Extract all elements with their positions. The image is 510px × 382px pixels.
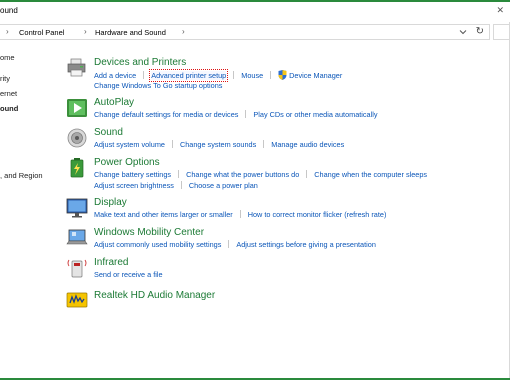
change-battery-settings-link[interactable]: Change battery settings xyxy=(94,170,171,179)
group-devices-printers: Devices and Printers Add a device Advance… xyxy=(66,57,486,91)
manage-audio-devices-link[interactable]: Manage audio devices xyxy=(271,140,344,149)
title-bar: ound ✕ xyxy=(0,0,510,22)
search-box[interactable] xyxy=(493,24,510,40)
group-mobility-center: Windows Mobility Center Adjust commonly … xyxy=(66,227,486,251)
devices-printers-title[interactable]: Devices and Printers xyxy=(94,57,186,68)
advanced-printer-setup-link[interactable]: Advanced printer setup xyxy=(149,69,229,82)
display-title[interactable]: Display xyxy=(94,197,127,208)
mobility-center-icon xyxy=(66,229,88,245)
sidebar-item-home[interactable]: ome xyxy=(0,53,15,62)
infrared-icon xyxy=(67,259,87,278)
change-default-media-link[interactable]: Change default settings for media or dev… xyxy=(94,110,238,119)
monitor-icon xyxy=(66,198,88,218)
adjust-volume-link[interactable]: Adjust system volume xyxy=(94,140,165,149)
autoplay-links: Change default settings for media or dev… xyxy=(94,110,378,119)
chevron-right-icon: › xyxy=(84,27,87,36)
group-autoplay: AutoPlay Change default settings for med… xyxy=(66,97,486,121)
infrared-title[interactable]: Infrared xyxy=(94,257,128,268)
chevron-down-icon[interactable] xyxy=(459,28,467,36)
change-system-sounds-link[interactable]: Change system sounds xyxy=(180,140,256,149)
realtek-audio-title[interactable]: Realtek HD Audio Manager xyxy=(94,290,215,301)
power-buttons-link[interactable]: Change what the power buttons do xyxy=(186,170,299,179)
group-power-options: Power Options Change battery settings Cha… xyxy=(66,157,486,191)
autoplay-icon xyxy=(67,99,87,117)
power-options-links-2: Adjust screen brightness Choose a power p… xyxy=(94,181,258,190)
window-title: ound xyxy=(0,6,18,15)
mobility-center-title[interactable]: Windows Mobility Center xyxy=(94,227,204,238)
send-receive-file-link[interactable]: Send or receive a file xyxy=(94,270,163,279)
sound-links: Adjust system volume Change system sounds… xyxy=(94,140,344,149)
sidebar-item-network[interactable]: ernet xyxy=(0,89,17,98)
play-cds-link[interactable]: Play CDs or other media automatically xyxy=(253,110,377,119)
computer-sleeps-link[interactable]: Change when the computer sleeps xyxy=(314,170,427,179)
chevron-right-icon: › xyxy=(182,27,185,36)
mouse-link[interactable]: Mouse xyxy=(241,71,263,80)
sidebar-item-hardware-sound[interactable]: ound xyxy=(0,104,18,113)
address-bar[interactable]: › Control Panel › Hardware and Sound › ↻ xyxy=(0,24,490,40)
window-border-bottom xyxy=(0,378,510,380)
refresh-icon[interactable]: ↻ xyxy=(476,26,484,37)
printer-icon xyxy=(67,58,86,77)
group-sound: Sound Adjust system volume Change system … xyxy=(66,127,486,151)
address-row: › Control Panel › Hardware and Sound › ↻ xyxy=(0,22,510,42)
infrared-links: Send or receive a file xyxy=(94,270,163,279)
power-options-title[interactable]: Power Options xyxy=(94,157,160,168)
display-links: Make text and other items larger or smal… xyxy=(94,210,386,219)
speaker-icon xyxy=(67,128,87,148)
shield-icon xyxy=(278,70,287,80)
breadcrumb-hardware-and-sound[interactable]: Hardware and Sound xyxy=(95,28,166,37)
presentation-settings-link[interactable]: Adjust settings before giving a presenta… xyxy=(236,240,376,249)
realtek-audio-icon xyxy=(66,292,88,308)
sidebar-item-security[interactable]: rity xyxy=(0,74,10,83)
group-display: Display Make text and other items larger… xyxy=(66,197,486,221)
devices-printers-links-1: Add a device Advanced printer setup Mouse D… xyxy=(94,69,342,82)
group-realtek-audio: Realtek HD Audio Manager xyxy=(66,288,486,308)
monitor-flicker-link[interactable]: How to correct monitor flicker (refresh … xyxy=(248,210,387,219)
mobility-settings-link[interactable]: Adjust commonly used mobility settings xyxy=(94,240,221,249)
screen-brightness-link[interactable]: Adjust screen brightness xyxy=(94,181,174,190)
breadcrumb-control-panel[interactable]: Control Panel xyxy=(19,28,64,37)
group-infrared: Infrared Send or receive a file xyxy=(66,257,486,281)
sidebar-item-clock-region[interactable]: , and Region xyxy=(0,171,43,180)
power-options-icon xyxy=(70,158,84,178)
power-options-links-1: Change battery settings Change what the p… xyxy=(94,170,427,179)
mobility-center-links: Adjust commonly used mobility settings Ad… xyxy=(94,240,376,249)
sound-title[interactable]: Sound xyxy=(94,127,123,138)
windows-to-go-link[interactable]: Change Windows To Go startup options xyxy=(94,81,222,90)
choose-power-plan-link[interactable]: Choose a power plan xyxy=(189,181,258,190)
device-manager-link[interactable]: Device Manager xyxy=(289,71,342,80)
close-icon[interactable]: ✕ xyxy=(496,5,504,16)
devices-printers-links-2: Change Windows To Go startup options xyxy=(94,81,222,90)
text-size-link[interactable]: Make text and other items larger or smal… xyxy=(94,210,233,219)
chevron-right-icon: › xyxy=(6,27,9,36)
add-device-link[interactable]: Add a device xyxy=(94,71,136,80)
autoplay-title[interactable]: AutoPlay xyxy=(94,97,134,108)
